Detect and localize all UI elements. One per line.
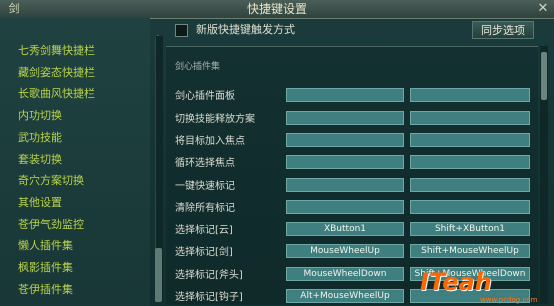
binding-row-label: 清除所有标记: [175, 202, 235, 214]
primary-hotkey-slot[interactable]: MouseWheelDown: [286, 266, 404, 281]
binding-row-label: 选择标记[斧头]: [175, 269, 243, 281]
close-icon[interactable]: ✕: [534, 0, 552, 18]
primary-hotkey-slot[interactable]: [286, 155, 404, 170]
primary-hotkey-slot[interactable]: [286, 177, 404, 192]
category-item[interactable]: 枫影插件集: [18, 259, 73, 275]
primary-hotkey-slot[interactable]: [286, 110, 404, 125]
category-item[interactable]: 懒人插件集: [18, 237, 73, 253]
binding-row-label: 选择标记[剑]: [175, 247, 233, 259]
watermark-brand: ITeah: [420, 268, 492, 296]
category-item[interactable]: 其他设置: [18, 194, 62, 210]
category-item[interactable]: 长歌曲风快捷栏: [18, 85, 95, 101]
category-item[interactable]: 武功技能: [18, 129, 62, 145]
primary-hotkey-slot[interactable]: MouseWheelUp: [286, 244, 404, 259]
secondary-hotkey-slot[interactable]: [410, 199, 530, 214]
secondary-hotkey-slot[interactable]: [410, 132, 530, 147]
binding-row-label: 循环选择焦点: [175, 158, 235, 170]
binding-scrollbar-thumb[interactable]: [541, 52, 547, 100]
primary-hotkey-slot[interactable]: [286, 88, 404, 103]
secondary-hotkey-slot[interactable]: [410, 155, 530, 170]
secondary-hotkey-slot[interactable]: Shift+MouseWheelUp: [410, 244, 530, 259]
primary-hotkey-slot[interactable]: [286, 199, 404, 214]
binding-row-label: 选择标记[云]: [175, 225, 233, 237]
category-scrollbar-thumb[interactable]: [155, 248, 162, 302]
secondary-hotkey-slot[interactable]: Shift+XButton1: [410, 222, 530, 237]
primary-hotkey-slot[interactable]: XButton1: [286, 222, 404, 237]
binding-row-label: 将目标加入焦点: [175, 135, 245, 147]
binding-row-label: 一键快速标记: [175, 180, 235, 192]
primary-hotkey-slot[interactable]: Alt+MouseWheelUp: [286, 289, 404, 303]
watermark-logo: ITeah www.pcdog.com: [420, 266, 554, 306]
primary-hotkey-slot[interactable]: [286, 132, 404, 147]
shortcut-settings-window: 剑 快捷键设置 ✕ 七秀剑舞快捷栏 藏剑姿态快捷栏 长歌曲风快捷栏 内功切换 武功技能套…: [0, 0, 554, 306]
category-item[interactable]: 七秀剑舞快捷栏: [18, 42, 95, 58]
secondary-hotkey-slot[interactable]: [410, 88, 530, 103]
binding-row-label: 切换技能释放方案: [175, 113, 255, 125]
new-trigger-mode-checkbox[interactable]: [175, 24, 188, 37]
category-item[interactable]: 苍伊气劲监控: [18, 216, 84, 232]
secondary-hotkey-slot[interactable]: [410, 177, 530, 192]
binding-row-label: 剑心插件集: [175, 62, 221, 72]
window-title: 快捷键设置: [246, 2, 307, 16]
sync-options-button[interactable]: 同步选项: [472, 21, 534, 39]
binding-row-label: 剑心插件面板: [175, 91, 235, 103]
category-item[interactable]: 套装切换: [18, 151, 62, 167]
category-item[interactable]: 奇穴方案切换: [18, 172, 84, 188]
category-item[interactable]: 苍伊插件集: [18, 281, 73, 297]
watermark-domain: www.pcdog.com: [480, 296, 538, 304]
new-trigger-mode-label: 新版快捷键触发方式: [196, 23, 295, 36]
category-item[interactable]: 藏剑姿态快捷栏: [18, 64, 95, 80]
category-item[interactable]: 内功切换: [18, 107, 62, 123]
binding-row-label: 选择标记[钩子]: [175, 292, 243, 303]
secondary-hotkey-slot[interactable]: [410, 110, 530, 125]
